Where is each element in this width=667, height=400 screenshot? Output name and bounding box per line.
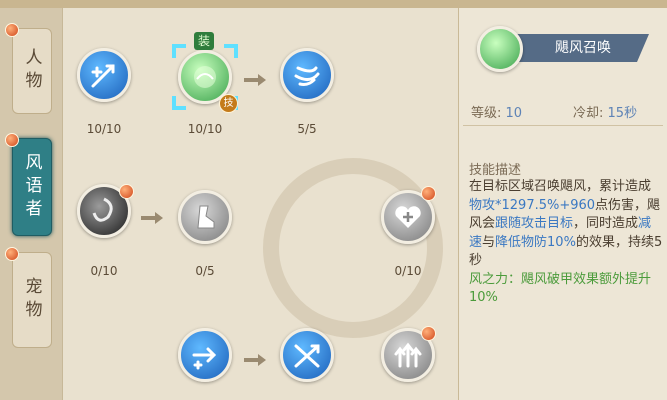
skill-level-stat: 等级: 10: [471, 102, 522, 121]
arrow-right-icon: [244, 354, 266, 366]
skill-info-panel: 飓风召唤 等级: 10 冷却: 15秒 技能描述 在目标区域召唤飓风，累计造成物…: [458, 8, 667, 400]
description-title: 技能描述: [469, 163, 522, 178]
tab-wind-speaker[interactable]: 风语者: [5, 133, 52, 236]
upgrade-dot: [119, 184, 134, 199]
skill-level: 0/10: [90, 264, 118, 278]
notification-dot: [5, 247, 19, 261]
cooldown-label: 冷却:: [573, 106, 604, 121]
tab-label: 宠物: [21, 277, 42, 323]
gray-boot-icon[interactable]: [178, 190, 232, 244]
tab-label: 人物: [21, 48, 42, 94]
skill-cooldown-stat: 冷却: 15秒: [573, 102, 637, 121]
arrow-right-icon: [141, 212, 163, 224]
skill-description: 在目标区域召唤飓风，累计造成物攻*1297.5%+960点伤害，飓风会跟随攻击目…: [469, 179, 663, 306]
upgrade-dot: [421, 186, 436, 201]
background-emblem: [263, 158, 443, 338]
skill-badge: 技: [219, 94, 238, 113]
bonus-text: 风之力：飓风破甲效果额外提升10%: [469, 271, 652, 306]
skill-tree-panel: 10/10 装 技 10/10 5/5 0/10 0/5 0/10: [62, 8, 458, 400]
skill-level: 5/5: [297, 122, 317, 136]
skill-level: 0/5: [195, 264, 215, 278]
skill-level: 0/10: [394, 264, 422, 278]
whirlwind-icon[interactable]: [280, 48, 334, 102]
category-tabs: 人物 风语者 宠物: [0, 8, 62, 400]
level-label: 等级:: [471, 106, 502, 121]
arrow-plus-icon[interactable]: [178, 328, 232, 382]
top-frame: [0, 0, 667, 8]
tab-pet[interactable]: 宠物: [5, 247, 52, 348]
level-value: 10: [505, 106, 523, 121]
skill-level: 10/10: [86, 122, 122, 136]
equipped-badge: 装: [194, 32, 214, 50]
sword-plus-icon[interactable]: [77, 48, 131, 102]
arrow-right-icon: [244, 74, 266, 86]
skill-level: 10/10: [187, 122, 223, 136]
green-orb-icon: [477, 26, 523, 72]
tab-character[interactable]: 人物: [5, 23, 52, 114]
upgrade-dot: [421, 326, 436, 341]
tab-label: 风语者: [21, 152, 42, 222]
cooldown-value: 15秒: [607, 106, 638, 121]
crossed-arrows-icon[interactable]: [280, 328, 334, 382]
notification-dot: [5, 23, 19, 37]
notification-dot: [5, 133, 19, 147]
divider: [463, 125, 663, 126]
